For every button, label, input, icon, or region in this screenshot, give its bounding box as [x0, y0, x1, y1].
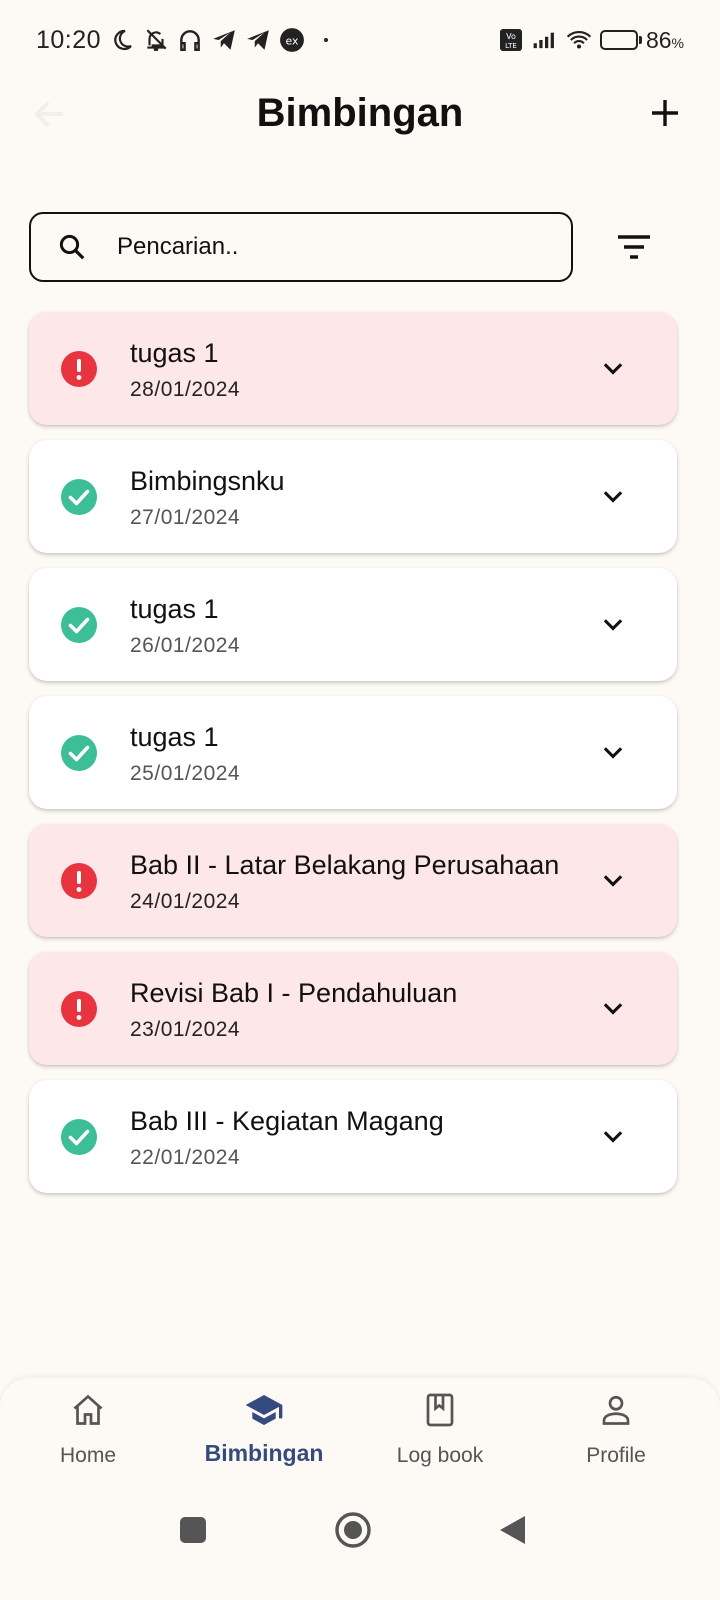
- chevron-down-icon[interactable]: [599, 995, 627, 1023]
- chevron-down-icon[interactable]: [599, 1123, 627, 1151]
- check-circle-icon: [61, 606, 97, 643]
- ex-app-icon: ex: [279, 27, 305, 53]
- card-text: Revisi Bab I - Pendahuluan 23/01/2024: [130, 952, 570, 1065]
- chevron-down-icon[interactable]: [599, 483, 627, 511]
- card-text: tugas 1 28/01/2024: [130, 312, 570, 425]
- signal-icon: [532, 27, 558, 53]
- status-bar: 10:20 ex Vo LTE 86%: [0, 0, 720, 80]
- triangle-back-icon: [500, 1516, 525, 1544]
- home-system-button[interactable]: [333, 1510, 373, 1550]
- battery-percent: 86%: [646, 27, 684, 54]
- card-date: 22/01/2024: [130, 1146, 241, 1169]
- card-text: Bab II - Latar Belakang Perusahaan 24/01…: [130, 824, 570, 937]
- alert-circle-icon: [61, 862, 97, 899]
- card-title: tugas 1: [130, 722, 219, 752]
- card-title: Bab II - Latar Belakang Perusahaan: [130, 850, 560, 880]
- more-notifications-dot-icon: [313, 27, 339, 53]
- square-icon: [180, 1517, 206, 1543]
- headphones-icon: [177, 27, 203, 53]
- svg-text:Vo: Vo: [506, 32, 516, 41]
- chevron-down-icon[interactable]: [599, 739, 627, 767]
- moon-icon: [109, 27, 135, 53]
- bottom-navigation: Home Bimbingan Log book Profile: [0, 1378, 720, 1600]
- bimbingan-card-7[interactable]: Bab III - Kegiatan Magang 22/01/2024: [29, 1080, 677, 1193]
- status-time: 10:20: [36, 25, 102, 54]
- circle-icon: [335, 1512, 371, 1548]
- check-circle-icon: [61, 478, 97, 515]
- card-date: 23/01/2024: [130, 1018, 241, 1041]
- card-title: Revisi Bab I - Pendahuluan: [130, 978, 458, 1008]
- book-icon: [420, 1390, 460, 1430]
- bimbingan-list: tugas 1 28/01/2024 Bimbingsnku 27/01/202…: [29, 312, 677, 1208]
- card-date: 24/01/2024: [130, 890, 241, 913]
- graduation-cap-icon: [244, 1390, 284, 1430]
- card-title: tugas 1: [130, 338, 219, 368]
- back-system-button[interactable]: [492, 1510, 532, 1550]
- card-date: 25/01/2024: [130, 762, 241, 785]
- add-button[interactable]: [640, 88, 690, 138]
- recents-button[interactable]: [173, 1510, 213, 1550]
- card-date: 26/01/2024: [130, 634, 241, 657]
- nav-item-profile[interactable]: Profile: [528, 1390, 704, 1500]
- alert-circle-icon: [61, 990, 97, 1027]
- nav-item-logbook[interactable]: Log book: [352, 1390, 528, 1500]
- battery-tip: [638, 36, 642, 44]
- telegram-icon-2: [245, 27, 271, 53]
- plus-icon: [652, 100, 678, 126]
- card-text: Bimbingsnku 27/01/2024: [130, 440, 570, 553]
- svg-text:ex: ex: [286, 34, 299, 47]
- bimbingan-card-4[interactable]: tugas 1 25/01/2024: [29, 696, 677, 809]
- chevron-down-icon[interactable]: [599, 867, 627, 895]
- filter-icon: [618, 235, 650, 259]
- home-icon: [68, 1390, 108, 1430]
- battery-indicator: 86%: [599, 27, 684, 54]
- card-title: Bimbingsnku: [130, 466, 285, 496]
- card-date: 27/01/2024: [130, 506, 241, 529]
- card-text: tugas 1 25/01/2024: [130, 696, 570, 809]
- check-circle-icon: [61, 1118, 97, 1155]
- nav-item-bimbingan[interactable]: Bimbingan: [176, 1390, 352, 1500]
- chevron-down-icon[interactable]: [599, 611, 627, 639]
- svg-text:LTE: LTE: [505, 42, 517, 50]
- system-navigation-bar: [0, 1500, 720, 1560]
- check-circle-icon: [61, 734, 97, 771]
- page-title: Bimbingan: [256, 90, 464, 135]
- filter-button[interactable]: [606, 222, 662, 272]
- card-title: tugas 1: [130, 594, 219, 624]
- battery-percent-symbol: %: [671, 34, 684, 51]
- alert-circle-icon: [61, 350, 97, 387]
- search-input[interactable]: [115, 232, 539, 262]
- bimbingan-card-6[interactable]: Revisi Bab I - Pendahuluan 23/01/2024: [29, 952, 677, 1065]
- volte-icon: Vo LTE: [498, 27, 524, 53]
- search-box[interactable]: [29, 212, 573, 282]
- bimbingan-card-3[interactable]: tugas 1 26/01/2024: [29, 568, 677, 681]
- battery-percent-value: 86: [645, 26, 672, 53]
- nav-label-profile: Profile: [586, 1444, 646, 1467]
- bimbingan-card-1[interactable]: tugas 1 28/01/2024: [29, 312, 677, 425]
- bimbingan-card-2[interactable]: Bimbingsnku 27/01/2024: [29, 440, 677, 553]
- back-arrow-icon[interactable]: [30, 94, 70, 134]
- wifi-icon: [566, 27, 592, 53]
- person-icon: [596, 1390, 636, 1430]
- nav-label-home: Home: [59, 1444, 117, 1467]
- app-header: Bimbingan: [0, 78, 720, 148]
- card-text: Bab III - Kegiatan Magang 22/01/2024: [130, 1080, 570, 1193]
- telegram-icon: [211, 27, 237, 53]
- nav-label-bimbingan: Bimbingan: [204, 1440, 324, 1466]
- card-title: Bab III - Kegiatan Magang: [130, 1106, 444, 1136]
- search-icon: [57, 232, 87, 262]
- card-date: 28/01/2024: [130, 378, 241, 401]
- card-text: tugas 1 26/01/2024: [130, 568, 570, 681]
- status-right: Vo LTE 86%: [498, 27, 684, 54]
- status-left: 10:20 ex: [36, 26, 339, 55]
- bimbingan-card-5[interactable]: Bab II - Latar Belakang Perusahaan 24/01…: [29, 824, 677, 937]
- battery-icon: [599, 30, 638, 50]
- nav-item-home[interactable]: Home: [0, 1390, 176, 1500]
- bell-off-icon: [143, 27, 169, 53]
- nav-label-logbook: Log book: [396, 1444, 484, 1467]
- chevron-down-icon[interactable]: [599, 355, 627, 383]
